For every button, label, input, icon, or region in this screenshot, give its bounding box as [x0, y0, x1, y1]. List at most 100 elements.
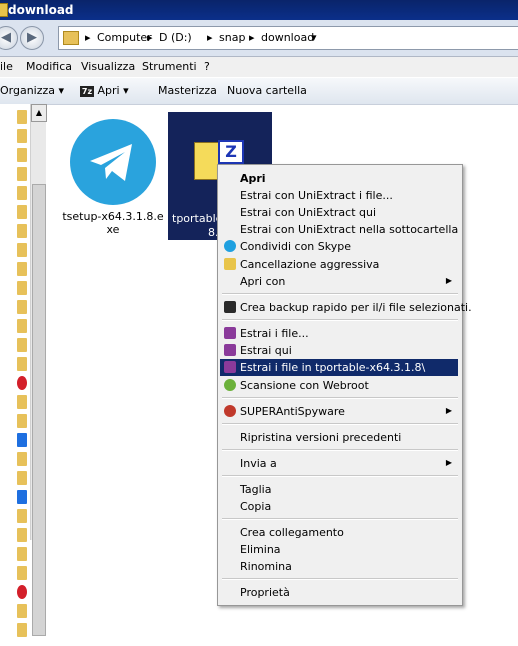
breadcrumb[interactable]: ▸ Computer ▸ D (D:) ▸ snap ▸ download ▾ [58, 26, 518, 50]
menu-separator [222, 475, 458, 477]
dropbox-icon[interactable] [17, 433, 27, 447]
menu-item-label: Condividi con Skype [240, 240, 351, 253]
folder-icon[interactable] [17, 129, 27, 143]
breadcrumb-separator[interactable]: ▸ [85, 31, 91, 44]
breadcrumb-snap[interactable]: snap [219, 31, 245, 44]
forward-button[interactable]: ▶ [20, 26, 44, 50]
folder-icon [0, 3, 8, 17]
folder-icon[interactable] [17, 205, 27, 219]
menu-item-open-with[interactable]: Apri con ▶ [220, 273, 458, 290]
menu-item-label: Scansione con Webroot [240, 379, 369, 392]
menu-item-uniextract-files[interactable]: Estrai con UniExtract i file... [220, 187, 458, 204]
scrollbar-thumb[interactable] [32, 184, 46, 636]
folder-icon[interactable] [17, 566, 27, 580]
menu-item-label: SUPERAntiSpyware [240, 405, 345, 418]
menu-item-quick-backup[interactable]: Crea backup rapido per il/i file selezio… [220, 299, 472, 316]
winrar-icon [224, 327, 236, 339]
folder-icon[interactable] [17, 623, 27, 637]
menu-item-create-shortcut[interactable]: Crea collegamento [220, 524, 458, 541]
folder-icon[interactable] [17, 452, 27, 466]
menu-item-uniextract-subfolder[interactable]: Estrai con UniExtract nella sottocartell… [220, 221, 458, 238]
folder-icon[interactable] [17, 357, 27, 371]
menu-item-label: Apri con [240, 275, 286, 288]
menu-item-label: Estrai i file in tportable-x64.3.1.8\ [240, 361, 426, 374]
menu-item-skype-share[interactable]: Condividi con Skype [220, 238, 458, 255]
menu-item-webroot-scan[interactable]: Scansione con Webroot [220, 377, 458, 394]
menu-item-superantispyware[interactable]: SUPERAntiSpyware ▶ [220, 403, 458, 420]
menu-separator [222, 293, 458, 295]
menu-help[interactable]: ? [204, 60, 210, 73]
breadcrumb-separator[interactable]: ▸ [147, 31, 153, 44]
folder-icon[interactable] [17, 167, 27, 181]
menu-item-aggressive-delete[interactable]: Cancellazione aggressiva [220, 256, 458, 273]
file-item-label[interactable]: tsetup-x64.3.1.8.e xe [62, 210, 164, 236]
folder-icon[interactable] [17, 281, 27, 295]
folder-icon[interactable] [17, 300, 27, 314]
scroll-up-arrow-icon[interactable]: ▲ [31, 104, 47, 122]
folder-icon[interactable] [17, 243, 27, 257]
menu-separator [222, 518, 458, 520]
folder-icon[interactable] [17, 224, 27, 238]
open-with-button[interactable]: 7z Apri ▾ [80, 84, 129, 97]
menu-item-uniextract-here[interactable]: Estrai con UniExtract qui [220, 204, 458, 221]
menu-item-extract-to-folder[interactable]: Estrai i file in tportable-x64.3.1.8\ [220, 359, 458, 376]
menu-separator [222, 449, 458, 451]
menu-item-properties[interactable]: Proprietà [220, 584, 458, 601]
menu-item-extract-files[interactable]: Estrai i file... [220, 325, 458, 342]
telegram-icon[interactable] [70, 119, 156, 205]
breadcrumb-separator[interactable]: ▸ [249, 31, 255, 44]
folder-icon[interactable] [17, 414, 27, 428]
folder-icon[interactable] [17, 262, 27, 276]
backup-icon [224, 301, 236, 313]
breadcrumb-drive[interactable]: D (D:) [159, 31, 192, 44]
mega-icon[interactable] [17, 585, 27, 599]
open-with-label: Apri [97, 84, 120, 97]
menu-item-apri[interactable]: Apri [220, 170, 458, 187]
folder-icon[interactable] [17, 471, 27, 485]
menu-strumenti[interactable]: Strumenti [142, 60, 197, 73]
folder-icon [63, 31, 79, 45]
menu-item-label: Proprietà [240, 586, 290, 599]
menu-item-extract-here[interactable]: Estrai qui [220, 342, 458, 359]
back-button[interactable]: ◀ [0, 26, 18, 50]
folder-icon[interactable] [17, 148, 27, 162]
folder-icon[interactable] [17, 319, 27, 333]
menu-item-copy[interactable]: Copia [220, 498, 458, 515]
context-menu: Apri Estrai con UniExtract i file... Est… [217, 164, 472, 606]
organize-button[interactable]: Organizza ▾ [0, 84, 64, 97]
new-folder-button[interactable]: Nuova cartella [227, 84, 307, 97]
menu-item-restore-versions[interactable]: Ripristina versioni precedenti [220, 429, 458, 446]
menu-item-label: Estrai con UniExtract i file... [240, 189, 393, 202]
submenu-arrow-icon: ▶ [445, 406, 452, 415]
breadcrumb-computer[interactable]: Computer [97, 31, 152, 44]
menu-item-rename[interactable]: Rinomina [220, 558, 458, 575]
menu-item-delete[interactable]: Elimina [220, 541, 458, 558]
menu-file[interactable]: ile [0, 60, 13, 73]
folder-icon[interactable] [17, 186, 27, 200]
breadcrumb-separator[interactable]: ▸ [207, 31, 213, 44]
menu-item-label: Apri [240, 172, 266, 185]
folder-icon[interactable] [17, 338, 27, 352]
breadcrumb-dropdown[interactable]: ▾ [311, 31, 317, 44]
dropbox-icon[interactable] [17, 490, 27, 504]
folder-icon[interactable] [17, 110, 27, 124]
menu-item-label: Ripristina versioni precedenti [240, 431, 402, 444]
menu-visualizza[interactable]: Visualizza [81, 60, 135, 73]
menu-item-cut[interactable]: Taglia [220, 481, 458, 498]
breadcrumb-download[interactable]: download [261, 31, 314, 44]
menu-item-send-to[interactable]: Invia a ▶ [220, 455, 458, 472]
folder-icon[interactable] [17, 547, 27, 561]
navigation-scrollbar[interactable]: ▲ [30, 104, 47, 636]
folder-icon[interactable] [17, 509, 27, 523]
mega-icon[interactable] [17, 376, 27, 390]
folder-icon[interactable] [17, 528, 27, 542]
menu-item-label: Elimina [240, 543, 281, 556]
menu-item-label: Invia a [240, 457, 277, 470]
folder-icon[interactable] [17, 604, 27, 618]
menu-modifica[interactable]: Modifica [26, 60, 72, 73]
winrar-icon [224, 344, 236, 356]
skype-icon [224, 240, 236, 252]
file-name-line: tsetup-x64.3.1.8.e [62, 210, 164, 223]
folder-icon[interactable] [17, 395, 27, 409]
burn-button[interactable]: Masterizza [158, 84, 217, 97]
